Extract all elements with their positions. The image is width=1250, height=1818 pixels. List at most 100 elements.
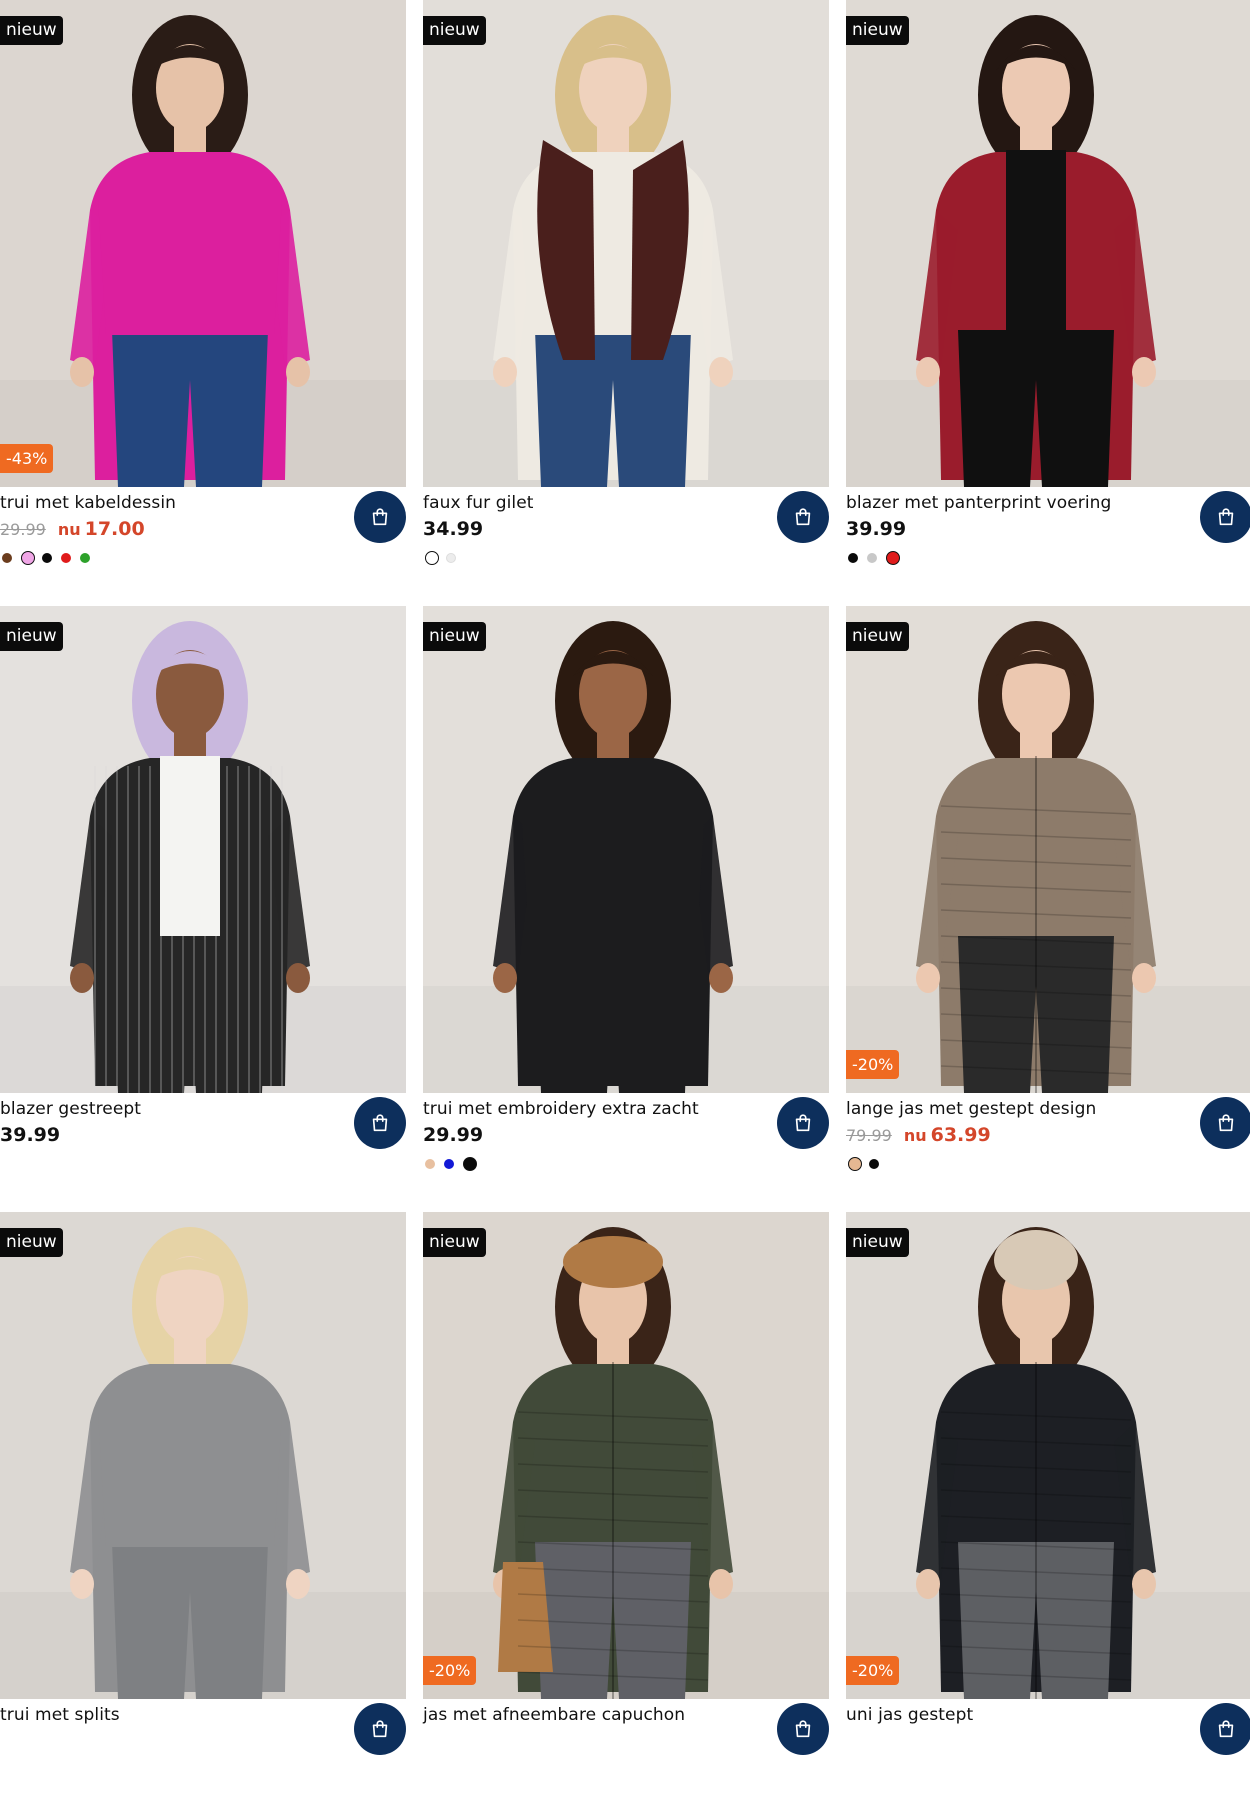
- shopping-bag-icon: [372, 1720, 388, 1738]
- product-card[interactable]: nieuw faux fur gilet 34.99: [423, 0, 829, 606]
- product-card[interactable]: nieuw blazer gestreept 39.99: [0, 606, 406, 1212]
- product-name[interactable]: trui met kabeldessin: [0, 493, 176, 513]
- old-price: 79.99: [846, 1126, 892, 1145]
- price-row: 34.99: [423, 518, 483, 544]
- product-price: 29.99: [423, 1124, 484, 1146]
- new-badge: nieuw: [846, 1228, 909, 1257]
- discount-badge: -20%: [846, 1656, 900, 1685]
- color-swatch[interactable]: [446, 553, 456, 563]
- product-name[interactable]: uni jas gestept: [846, 1705, 973, 1725]
- product-name[interactable]: trui met splits: [0, 1705, 120, 1725]
- color-swatches: [848, 551, 907, 565]
- price-row: 39.99: [846, 518, 906, 544]
- product-image[interactable]: nieuw -20%: [423, 1212, 829, 1699]
- sale-price: 63.99: [930, 1124, 991, 1146]
- product-image[interactable]: nieuw: [846, 0, 1250, 487]
- product-price: 39.99: [846, 518, 907, 540]
- shopping-bag-icon: [1218, 1720, 1234, 1738]
- discount-badge: -20%: [423, 1656, 477, 1685]
- color-swatch[interactable]: [869, 1159, 879, 1169]
- shopping-bag-icon: [1218, 508, 1234, 526]
- add-to-cart-button[interactable]: [777, 1097, 829, 1149]
- add-to-cart-button[interactable]: [354, 1703, 406, 1755]
- color-swatch[interactable]: [867, 553, 877, 563]
- product-image[interactable]: nieuw -20%: [846, 1212, 1250, 1699]
- color-swatches: [425, 551, 465, 565]
- new-badge: nieuw: [846, 622, 909, 651]
- new-badge: nieuw: [0, 622, 63, 651]
- add-to-cart-button[interactable]: [354, 1097, 406, 1149]
- shopping-bag-icon: [795, 1720, 811, 1738]
- add-to-cart-button[interactable]: [354, 491, 406, 543]
- product-photo: [846, 606, 1250, 1093]
- add-to-cart-button[interactable]: [1200, 1703, 1250, 1755]
- product-name[interactable]: lange jas met gestept design: [846, 1099, 1096, 1119]
- price-row: 79.99 nu 63.99: [846, 1124, 991, 1150]
- color-swatch[interactable]: [425, 1159, 435, 1169]
- shopping-bag-icon: [372, 508, 388, 526]
- new-badge: nieuw: [423, 16, 486, 45]
- color-swatch[interactable]: [61, 553, 71, 563]
- color-swatch[interactable]: [21, 551, 35, 565]
- product-photo: [0, 0, 406, 487]
- color-swatch[interactable]: [42, 553, 52, 563]
- product-photo: [0, 606, 406, 1093]
- product-photo: [0, 1212, 406, 1699]
- old-price: 29.99: [0, 520, 46, 539]
- product-photo: [846, 1212, 1250, 1699]
- now-label: nu: [903, 1126, 927, 1145]
- add-to-cart-button[interactable]: [1200, 1097, 1250, 1149]
- shopping-bag-icon: [1218, 1114, 1234, 1132]
- product-image[interactable]: nieuw -43%: [0, 0, 406, 487]
- product-photo: [846, 0, 1250, 487]
- shopping-bag-icon: [795, 1114, 811, 1132]
- product-name[interactable]: trui met embroidery extra zacht: [423, 1099, 699, 1119]
- product-name[interactable]: blazer met panterprint voering: [846, 493, 1111, 513]
- product-name[interactable]: blazer gestreept: [0, 1099, 141, 1119]
- product-card[interactable]: nieuw -20% jas met afneembare capuchon: [423, 1212, 829, 1818]
- product-price: 34.99: [423, 518, 484, 540]
- product-card[interactable]: nieuw -43% trui met kabeldessin 29.99 nu 17.0…: [0, 0, 406, 606]
- color-swatch[interactable]: [463, 1157, 477, 1171]
- product-photo: [423, 1212, 829, 1699]
- color-swatch[interactable]: [425, 551, 439, 565]
- product-name[interactable]: jas met afneembare capuchon: [423, 1705, 685, 1725]
- product-name[interactable]: faux fur gilet: [423, 493, 534, 513]
- shopping-bag-icon: [795, 508, 811, 526]
- product-image[interactable]: nieuw: [423, 606, 829, 1093]
- product-card[interactable]: nieuw blazer met panterprint voering 39.99: [846, 0, 1250, 606]
- add-to-cart-button[interactable]: [1200, 491, 1250, 543]
- color-swatches: [425, 1157, 484, 1171]
- product-price: 39.99: [0, 1124, 61, 1146]
- sale-price: 17.00: [84, 518, 145, 540]
- new-badge: nieuw: [423, 1228, 486, 1257]
- color-swatches: [2, 551, 99, 565]
- color-swatch[interactable]: [80, 553, 90, 563]
- color-swatch[interactable]: [848, 553, 858, 563]
- color-swatch[interactable]: [444, 1159, 454, 1169]
- product-image[interactable]: nieuw: [0, 1212, 406, 1699]
- color-swatch[interactable]: [886, 551, 900, 565]
- product-image[interactable]: nieuw: [423, 0, 829, 487]
- new-badge: nieuw: [0, 16, 63, 45]
- new-badge: nieuw: [0, 1228, 63, 1257]
- price-row: 39.99: [0, 1124, 60, 1150]
- product-photo: [423, 606, 829, 1093]
- color-swatches: [848, 1157, 888, 1171]
- shopping-bag-icon: [372, 1114, 388, 1132]
- color-swatch[interactable]: [2, 553, 12, 563]
- now-label: nu: [57, 520, 81, 539]
- product-card[interactable]: nieuw trui met embroidery extra zacht 29.9…: [423, 606, 829, 1212]
- price-row: 29.99 nu 17.00: [0, 518, 145, 544]
- product-card[interactable]: nieuw -20% uni jas gestept: [846, 1212, 1250, 1818]
- product-image[interactable]: nieuw: [0, 606, 406, 1093]
- product-card[interactable]: nieuw trui met splits: [0, 1212, 406, 1818]
- color-swatch[interactable]: [848, 1157, 862, 1171]
- product-card[interactable]: nieuw -20% lange jas met gestept design 79.…: [846, 606, 1250, 1212]
- discount-badge: -20%: [846, 1050, 900, 1079]
- add-to-cart-button[interactable]: [777, 1703, 829, 1755]
- add-to-cart-button[interactable]: [777, 491, 829, 543]
- price-row: 29.99: [423, 1124, 483, 1150]
- product-image[interactable]: nieuw -20%: [846, 606, 1250, 1093]
- product-photo: [423, 0, 829, 487]
